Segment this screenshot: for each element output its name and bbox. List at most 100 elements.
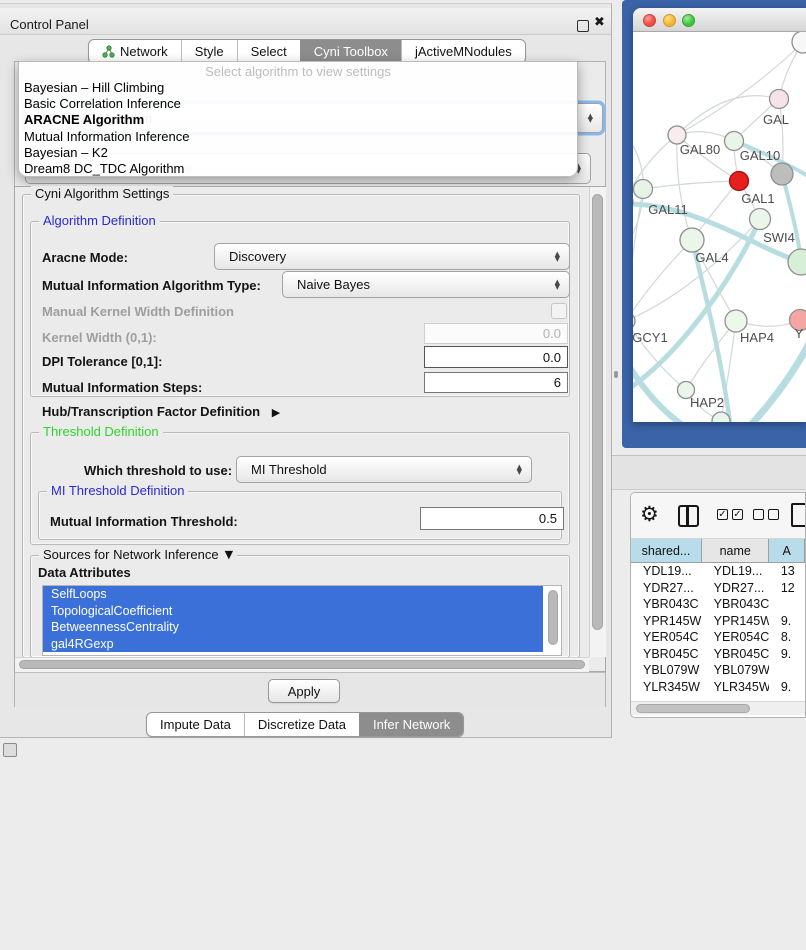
- table-row[interactable]: YBR045CYBR045C9.: [631, 646, 805, 663]
- network-node[interactable]: [730, 172, 749, 191]
- algorithm-option[interactable]: ARACNE Algorithm: [19, 112, 577, 128]
- sources-title[interactable]: Sources for Network Inference ▼: [39, 547, 237, 562]
- table-row[interactable]: YBL079WYBL079W: [631, 662, 805, 679]
- network-window[interactable]: GALGAL80GAL10GAL1GAL11SWI4GAL4GCY1HAP4YH…: [633, 8, 806, 422]
- tab-network[interactable]: Network: [89, 40, 181, 63]
- algorithm-option[interactable]: Basic Correlation Inference: [19, 96, 577, 112]
- network-edge[interactable]: [686, 321, 736, 390]
- network-edge[interactable]: [782, 174, 801, 259]
- dpi-tolerance-field[interactable]: 0.0: [424, 346, 568, 368]
- threshold-definition-title: Threshold Definition: [39, 424, 163, 439]
- vertical-scrollbar-thumb[interactable]: [592, 194, 603, 630]
- restore-panel-icon[interactable]: [3, 743, 17, 757]
- kernel-width-field: 0.0: [424, 323, 568, 344]
- tab-style[interactable]: Style: [181, 40, 237, 63]
- algorithm-option[interactable]: Mutual Information Inference: [19, 129, 577, 145]
- algorithm-option[interactable]: Bayesian – K2: [19, 145, 577, 161]
- zoom-traffic-light[interactable]: [682, 14, 695, 27]
- node-table: ⚙ ✓ ✓ shared...nameA YDL19...YDL19...13Y…: [630, 492, 806, 718]
- attribute-item-selected[interactable]: gal4RGexp: [43, 636, 543, 653]
- table-row[interactable]: YDR27...YDR27...12: [631, 580, 805, 597]
- table-cell: 9.: [769, 646, 805, 663]
- algorithm-option[interactable]: Bayesian – Hill Climbing: [19, 80, 577, 96]
- table-cell: YBL079W: [702, 662, 769, 679]
- horizontal-scrollbar-thumb[interactable]: [19, 660, 585, 669]
- tab-cyni-toolbox[interactable]: Cyni Toolbox: [300, 40, 401, 63]
- attribute-item-selected[interactable]: BetweennessCentrality: [43, 619, 543, 636]
- table-horizontal-scrollbar[interactable]: [631, 701, 805, 715]
- tab-select[interactable]: Select: [237, 40, 300, 63]
- data-attributes-list[interactable]: SelfLoopsTopologicalCoefficientBetweenne…: [42, 585, 562, 656]
- mi-steps-field[interactable]: 6: [424, 372, 568, 393]
- tab-label: jActiveMNodules: [415, 44, 512, 59]
- network-node[interactable]: [750, 209, 771, 230]
- table-row[interactable]: YBR043CYBR043C: [631, 596, 805, 613]
- table-cell: 9.: [769, 613, 805, 630]
- column-header-A[interactable]: A: [769, 539, 805, 563]
- mi-type-label: Mutual Information Algorithm Type:: [42, 278, 261, 293]
- select-all-checkbox-icon[interactable]: ✓: [717, 509, 728, 520]
- attribute-item-selected[interactable]: SelfLoops: [43, 586, 543, 603]
- network-node[interactable]: [771, 163, 793, 185]
- network-canvas[interactable]: GALGAL80GAL10GAL1GAL11SWI4GAL4GCY1HAP4YH…: [633, 32, 806, 422]
- tab-impute-data[interactable]: Impute Data: [147, 713, 244, 736]
- deselect-all-checkbox2-icon[interactable]: [768, 509, 779, 520]
- table-cell: [769, 662, 805, 679]
- table-hscroll-thumb[interactable]: [636, 704, 750, 713]
- minimize-traffic-light[interactable]: [663, 14, 676, 27]
- mi-type-combobox[interactable]: Naive Bayes ▲▼: [282, 271, 570, 298]
- column-header-shared[interactable]: shared...: [631, 539, 702, 563]
- field-value: 0.5: [539, 511, 557, 526]
- close-traffic-light[interactable]: [643, 14, 656, 27]
- table-row[interactable]: YLR345WYLR345W9.: [631, 679, 805, 696]
- apply-button[interactable]: Apply: [268, 679, 340, 703]
- network-view-frame: GALGAL80GAL10GAL1GAL11SWI4GAL4GCY1HAP4YH…: [622, 0, 806, 448]
- network-node[interactable]: [725, 310, 747, 332]
- network-node[interactable]: [788, 249, 806, 275]
- network-edge[interactable]: [633, 240, 692, 321]
- network-window-titlebar[interactable]: [633, 8, 806, 32]
- network-icon: [102, 45, 115, 58]
- network-edge[interactable]: [725, 332, 806, 422]
- mi-threshold-group-title: MI Threshold Definition: [47, 483, 188, 498]
- list-scrollbar-thumb[interactable]: [548, 590, 558, 645]
- table-row[interactable]: YPR145WYPR145W9.: [631, 613, 805, 630]
- network-node[interactable]: [633, 312, 635, 330]
- tab-label: Cyni Toolbox: [314, 44, 388, 59]
- float-window-icon[interactable]: [577, 20, 589, 32]
- tab-infer-network[interactable]: Infer Network: [359, 713, 463, 736]
- mi-threshold-label: Mutual Information Threshold:: [50, 514, 238, 529]
- table-row[interactable]: YDL19...YDL19...13: [631, 563, 805, 580]
- export-table-icon[interactable]: [791, 503, 806, 527]
- table-row[interactable]: YIL052CYIL052C9.: [631, 695, 805, 697]
- tab-discretize-data[interactable]: Discretize Data: [244, 713, 359, 736]
- splitter-handle[interactable]: [614, 371, 618, 378]
- network-node[interactable]: [634, 180, 653, 199]
- manual-kernel-checkbox[interactable]: [551, 303, 567, 319]
- network-edge[interactable]: [643, 181, 739, 189]
- table-row[interactable]: YER054CYER054C8.: [631, 629, 805, 646]
- deselect-all-checkbox-icon[interactable]: [753, 509, 764, 520]
- combobox-arrows-icon: ▲▼: [588, 114, 602, 123]
- network-node[interactable]: [770, 90, 789, 109]
- table-cell: YBR043C: [702, 596, 769, 613]
- gear-icon[interactable]: ⚙: [640, 502, 659, 526]
- network-node[interactable]: [680, 228, 704, 252]
- attribute-item-selected[interactable]: TopologicalCoefficient: [43, 603, 543, 620]
- aracne-mode-combobox[interactable]: Discovery ▲▼: [214, 243, 570, 270]
- select-all-checkbox2-icon[interactable]: ✓: [732, 509, 743, 520]
- sources-title-text: Sources for Network Inference: [43, 547, 219, 562]
- hub-definition-toggle[interactable]: Hub/Transcription Factor Definition ▶: [42, 404, 280, 419]
- horizontal-scrollbar[interactable]: [15, 657, 589, 672]
- tab-jactivemnodules[interactable]: jActiveMNodules: [401, 40, 525, 63]
- mi-threshold-field[interactable]: 0.5: [420, 507, 564, 530]
- table-cell: 9.: [769, 695, 805, 697]
- close-icon[interactable]: ✖: [594, 15, 605, 30]
- table-cell: YLR345W: [631, 679, 702, 696]
- column-header-name[interactable]: name: [702, 539, 769, 563]
- combobox-value: MI Threshold: [237, 462, 327, 477]
- split-columns-icon[interactable]: [678, 505, 699, 527]
- algorithm-option[interactable]: Dream8 DC_TDC Algorithm: [19, 161, 577, 177]
- vertical-scrollbar[interactable]: [589, 187, 606, 657]
- which-threshold-combobox[interactable]: MI Threshold ▲▼: [236, 456, 532, 483]
